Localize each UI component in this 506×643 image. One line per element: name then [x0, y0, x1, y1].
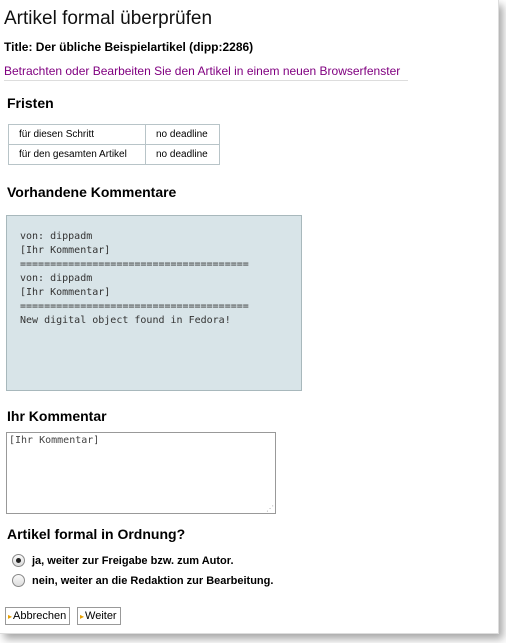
- my-comment-textarea[interactable]: [Ihr Kommentar]: [6, 432, 276, 514]
- open-article-link[interactable]: Betrachten oder Bearbeiten Sie den Artik…: [4, 64, 408, 81]
- page-container: Artikel formal überprüfen Title: Der übl…: [0, 0, 499, 634]
- radio-option-yes[interactable]: ja, weiter zur Freigabe bzw. zum Autor.: [12, 554, 234, 567]
- comments-heading: Vorhandene Kommentare: [7, 184, 177, 200]
- radio-label-yes: ja, weiter zur Freigabe bzw. zum Autor.: [32, 554, 234, 567]
- decision-heading: Artikel formal in Ordnung?: [7, 526, 186, 542]
- deadline-value: no deadline: [145, 144, 220, 165]
- deadline-label: für den gesamten Artikel: [8, 144, 146, 165]
- radio-button-yes[interactable]: [12, 554, 25, 567]
- radio-button-no[interactable]: [12, 574, 25, 587]
- deadline-value: no deadline: [145, 124, 220, 145]
- arrow-icon: ▸: [8, 611, 13, 621]
- deadlines-heading: Fristen: [7, 95, 54, 111]
- resize-grip-icon[interactable]: ⋰: [266, 505, 274, 513]
- cancel-button[interactable]: ▸ Abbrechen: [5, 607, 71, 625]
- next-button-label: Weiter: [85, 610, 117, 622]
- page-title: Artikel formal überprüfen: [4, 8, 213, 29]
- radio-label-no: nein, weiter an die Redaktion zur Bearbe…: [32, 574, 274, 587]
- my-comment-heading: Ihr Kommentar: [7, 408, 107, 424]
- cancel-button-label: Abbrechen: [13, 610, 67, 622]
- radio-option-no[interactable]: nein, weiter an die Redaktion zur Bearbe…: [12, 574, 273, 587]
- arrow-icon: ▸: [80, 611, 85, 621]
- table-row: für den gesamten Artikel no deadline: [8, 144, 220, 165]
- deadline-label: für diesen Schritt: [8, 124, 146, 145]
- table-row: für diesen Schritt no deadline: [8, 124, 220, 145]
- deadlines-table: für diesen Schritt no deadline für den g…: [8, 124, 220, 165]
- existing-comments-box: von: dippadm [Ihr Kommentar] ===========…: [6, 215, 302, 391]
- next-button[interactable]: ▸ Weiter: [77, 607, 121, 625]
- article-title: Title: Der übliche Beispielartikel (dipp…: [4, 40, 254, 54]
